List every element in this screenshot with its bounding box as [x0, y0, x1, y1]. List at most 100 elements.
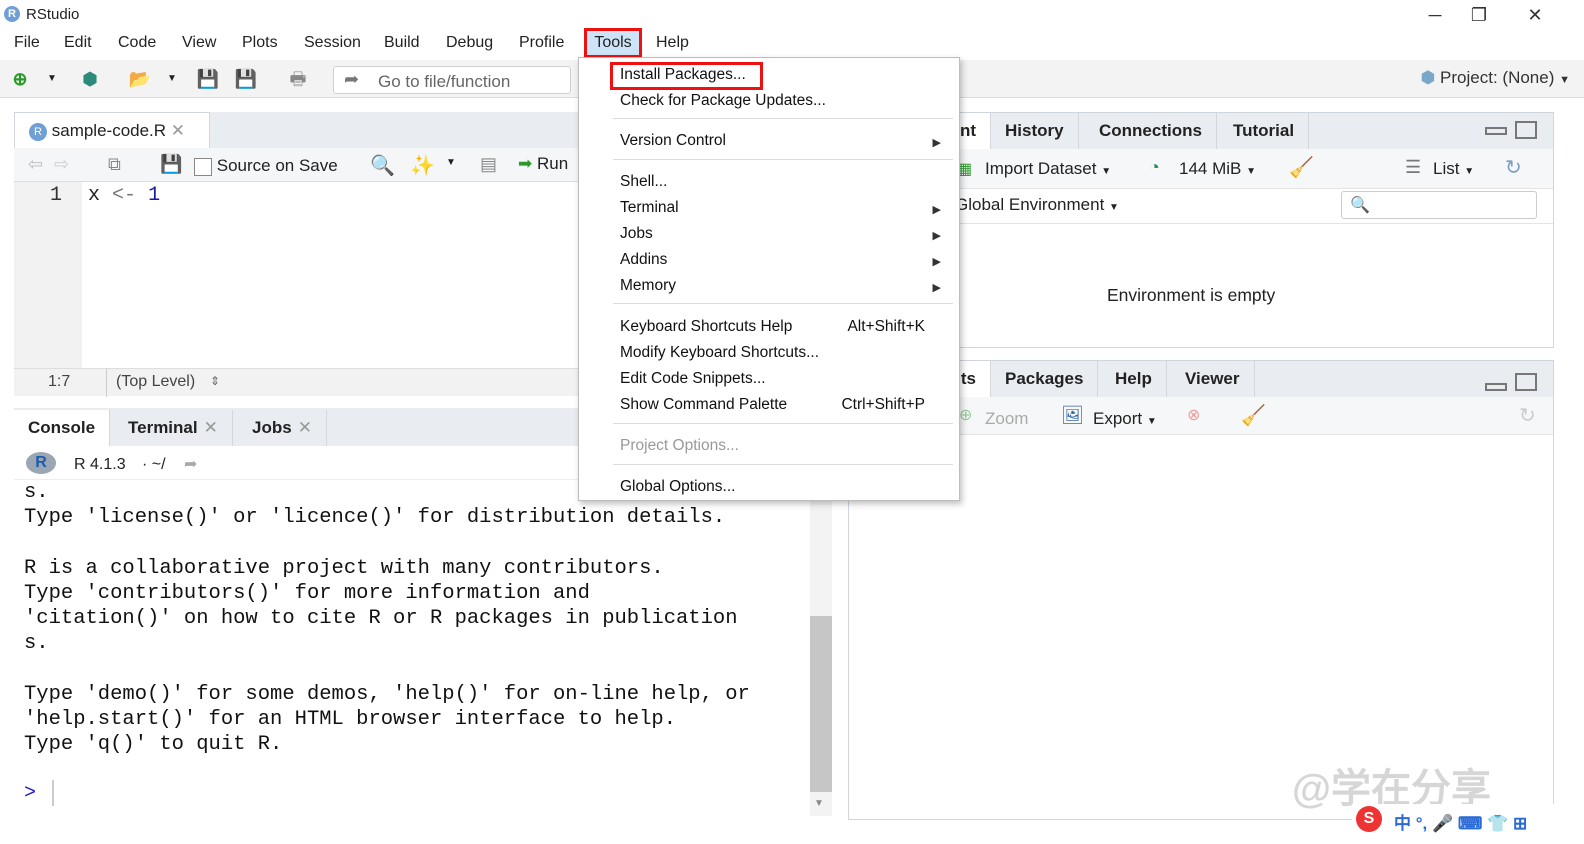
- minimize-pane-icon[interactable]: [1485, 127, 1507, 135]
- menu-show-command-palette[interactable]: Show Command Palette: [620, 396, 787, 414]
- environment-empty-message: Environment is empty: [1107, 285, 1276, 305]
- menu-view[interactable]: View: [180, 34, 218, 52]
- menu-project-options: Project Options...: [620, 437, 739, 454]
- refresh-icon[interactable]: ↻: [1505, 155, 1522, 180]
- tab-packages[interactable]: Packages: [991, 361, 1099, 397]
- menu-profile[interactable]: Profile: [517, 34, 566, 52]
- new-file-icon[interactable]: ⊕: [8, 68, 32, 90]
- menu-tools[interactable]: Tools: [584, 28, 642, 58]
- close-tab-icon[interactable]: ✕: [298, 418, 312, 437]
- menu-keyboard-shortcuts-help[interactable]: Keyboard Shortcuts Help: [620, 318, 792, 336]
- zoom-button[interactable]: Zoom: [985, 409, 1028, 429]
- import-dataset-button[interactable]: Import Dataset ▼: [985, 159, 1111, 179]
- tab-terminal[interactable]: Terminal ✕: [114, 410, 233, 446]
- magic-wand-icon[interactable]: ✨: [410, 153, 435, 178]
- minimize-button[interactable]: ─: [1420, 4, 1450, 26]
- goto-file-input[interactable]: ➦ Go to file/function: [333, 66, 571, 94]
- env-search-input[interactable]: 🔍: [1341, 191, 1537, 219]
- broom-icon[interactable]: 🧹: [1241, 403, 1266, 428]
- menu-install-packages[interactable]: Install Packages...: [620, 66, 746, 84]
- project-menu[interactable]: ⬢ Project: (None) ▼: [1420, 68, 1570, 88]
- print-icon[interactable]: 🖶: [286, 68, 310, 90]
- compile-report-icon[interactable]: ▤: [480, 154, 497, 175]
- menu-bar: File Edit Code View Plots Session Build …: [0, 28, 1584, 58]
- chevron-down-icon[interactable]: ▼: [160, 68, 184, 90]
- global-env-selector[interactable]: Global Environment ▼: [955, 195, 1119, 215]
- r-file-icon: R: [29, 122, 47, 141]
- forward-icon[interactable]: ⇨: [54, 154, 69, 175]
- tab-viewer-label: Viewer: [1185, 369, 1240, 388]
- chevron-down-icon: ▼: [1146, 416, 1157, 427]
- editor-file-name: sample-code.R: [51, 121, 167, 140]
- open-folder-icon[interactable]: 📂: [128, 68, 152, 90]
- console-input[interactable]: [52, 780, 54, 806]
- working-directory[interactable]: · ~/: [142, 456, 166, 474]
- refresh-icon[interactable]: ↻: [1519, 403, 1536, 428]
- remove-plot-icon[interactable]: ⊗: [1187, 405, 1200, 425]
- menu-version-control[interactable]: Version Control: [620, 132, 726, 150]
- tab-tutorial[interactable]: Tutorial: [1219, 113, 1310, 149]
- broom-icon[interactable]: 🧹: [1289, 155, 1314, 180]
- save-all-icon[interactable]: 💾: [234, 68, 258, 90]
- tab-viewer[interactable]: Viewer: [1171, 361, 1255, 397]
- menu-plots[interactable]: Plots: [240, 34, 280, 52]
- close-tab-icon[interactable]: ✕: [204, 418, 218, 437]
- minimize-pane-icon[interactable]: [1485, 383, 1507, 391]
- tab-jobs[interactable]: Jobs ✕: [238, 410, 327, 446]
- menu-debug[interactable]: Debug: [444, 34, 495, 52]
- scope-selector[interactable]: (Top Level): [116, 373, 195, 391]
- back-icon[interactable]: ⇦: [28, 154, 43, 175]
- run-button[interactable]: ➡ Run: [518, 154, 568, 174]
- menu-session[interactable]: Session: [302, 34, 363, 52]
- shortcut-command-palette: Ctrl+Shift+P: [841, 396, 925, 413]
- new-project-icon[interactable]: ⬢: [78, 68, 102, 90]
- editor-file-tab[interactable]: R sample-code.R ✕: [14, 112, 210, 148]
- chevron-down-icon[interactable]: ▼: [40, 68, 64, 90]
- console-output-line: s.: [24, 632, 49, 656]
- maximize-pane-icon[interactable]: [1515, 121, 1537, 139]
- search-icon[interactable]: 🔍: [370, 153, 395, 178]
- tab-help[interactable]: Help: [1101, 361, 1167, 397]
- restore-button[interactable]: ❐: [1464, 4, 1494, 26]
- tab-connections[interactable]: Connections: [1085, 113, 1217, 149]
- run-label: Run: [536, 154, 569, 173]
- menu-addins[interactable]: Addins: [620, 251, 667, 269]
- menu-code[interactable]: Code: [116, 34, 158, 52]
- menu-modify-keyboard-shortcuts[interactable]: Modify Keyboard Shortcuts...: [620, 344, 819, 362]
- show-in-window-icon[interactable]: ⧉: [108, 154, 121, 175]
- menu-terminal[interactable]: Terminal: [620, 199, 679, 217]
- menu-jobs[interactable]: Jobs: [620, 225, 653, 243]
- menu-help[interactable]: Help: [654, 34, 691, 52]
- close-button[interactable]: ✕: [1520, 4, 1550, 26]
- menu-edit-code-snippets[interactable]: Edit Code Snippets...: [620, 370, 766, 388]
- menu-edit[interactable]: Edit: [62, 34, 94, 52]
- menu-separator: [613, 303, 953, 304]
- menu-file[interactable]: File: [12, 34, 42, 52]
- global-env-label: Global Environment: [955, 195, 1105, 214]
- go-to-directory-icon[interactable]: ➦: [184, 454, 197, 474]
- tab-history[interactable]: History: [991, 113, 1079, 149]
- source-on-save-checkbox[interactable]: Source on Save: [194, 156, 338, 176]
- console-scroll-thumb[interactable]: [810, 616, 832, 792]
- list-view-button[interactable]: List ▼: [1433, 159, 1474, 179]
- sogou-logo-icon[interactable]: S: [1356, 806, 1382, 832]
- tab-console[interactable]: Console: [14, 410, 111, 446]
- menu-shell[interactable]: Shell...: [620, 173, 667, 191]
- maximize-pane-icon[interactable]: [1515, 373, 1537, 391]
- memory-usage-button[interactable]: 144 MiB ▼: [1179, 159, 1256, 179]
- save-icon[interactable]: 💾: [196, 68, 220, 90]
- close-tab-icon[interactable]: ✕: [171, 121, 185, 140]
- code-line[interactable]: x <- 1: [88, 184, 160, 207]
- chevron-down-icon[interactable]: ▼: [446, 157, 456, 168]
- submenu-arrow-icon: ▶: [932, 204, 941, 216]
- export-button[interactable]: Export ▼: [1093, 409, 1157, 429]
- menu-build[interactable]: Build: [382, 34, 422, 52]
- scroll-down-icon[interactable]: ▼: [814, 798, 824, 809]
- menu-global-options[interactable]: Global Options...: [620, 478, 735, 496]
- menu-check-package-updates[interactable]: Check for Package Updates...: [620, 92, 826, 110]
- menu-memory[interactable]: Memory: [620, 277, 676, 295]
- submenu-arrow-icon: ▶: [932, 256, 941, 268]
- ime-status[interactable]: 中 °, 🎤 ⌨ 👕 ⊞: [1394, 809, 1527, 834]
- save-icon[interactable]: 💾: [160, 154, 182, 175]
